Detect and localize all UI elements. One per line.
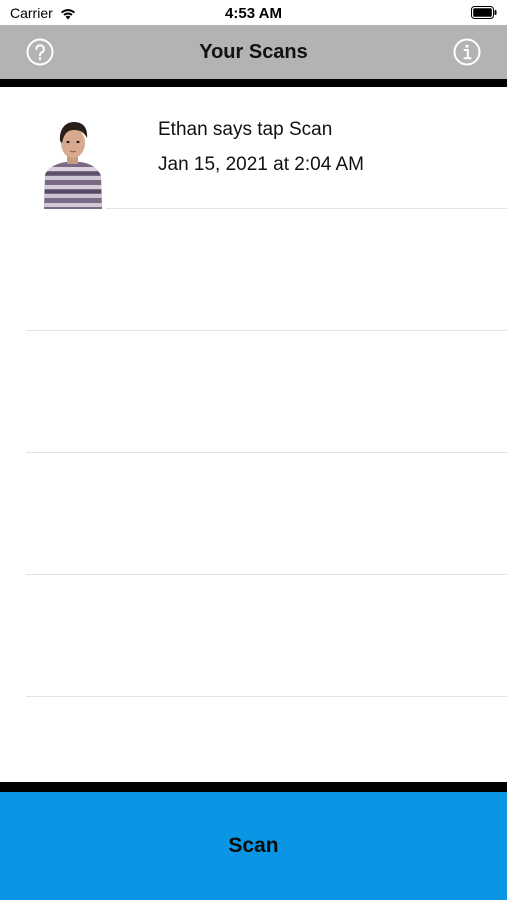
app-screen: Carrier 4:53 AM Your Scans Ethan says ta… <box>0 0 507 900</box>
bottom-divider <box>0 782 507 792</box>
scan-title: Ethan says tap Scan <box>158 119 333 140</box>
scan-date: Jan 15, 2021 at 2:04 AM <box>158 154 364 175</box>
scan-thumbnail <box>40 117 106 209</box>
info-button[interactable] <box>453 38 481 66</box>
row-separator <box>26 696 507 697</box>
info-icon <box>453 38 481 66</box>
empty-row <box>0 453 507 575</box>
scan-thumbnail-child-icon <box>44 122 102 209</box>
empty-row <box>0 575 507 697</box>
status-bar: Carrier 4:53 AM <box>0 0 507 25</box>
nav-bar: Your Scans <box>0 25 507 79</box>
scans-list[interactable]: Ethan says tap Scan Jan 15, 2021 at 2:04… <box>0 87 507 782</box>
scan-button[interactable]: Scan <box>0 792 507 900</box>
page-title: Your Scans <box>199 41 308 63</box>
status-time: 4:53 AM <box>225 5 282 22</box>
empty-row <box>0 209 507 331</box>
empty-row <box>0 331 507 453</box>
nav-divider <box>0 79 507 87</box>
battery-icon <box>471 6 497 19</box>
scan-row[interactable]: Ethan says tap Scan Jan 15, 2021 at 2:04… <box>0 87 507 209</box>
